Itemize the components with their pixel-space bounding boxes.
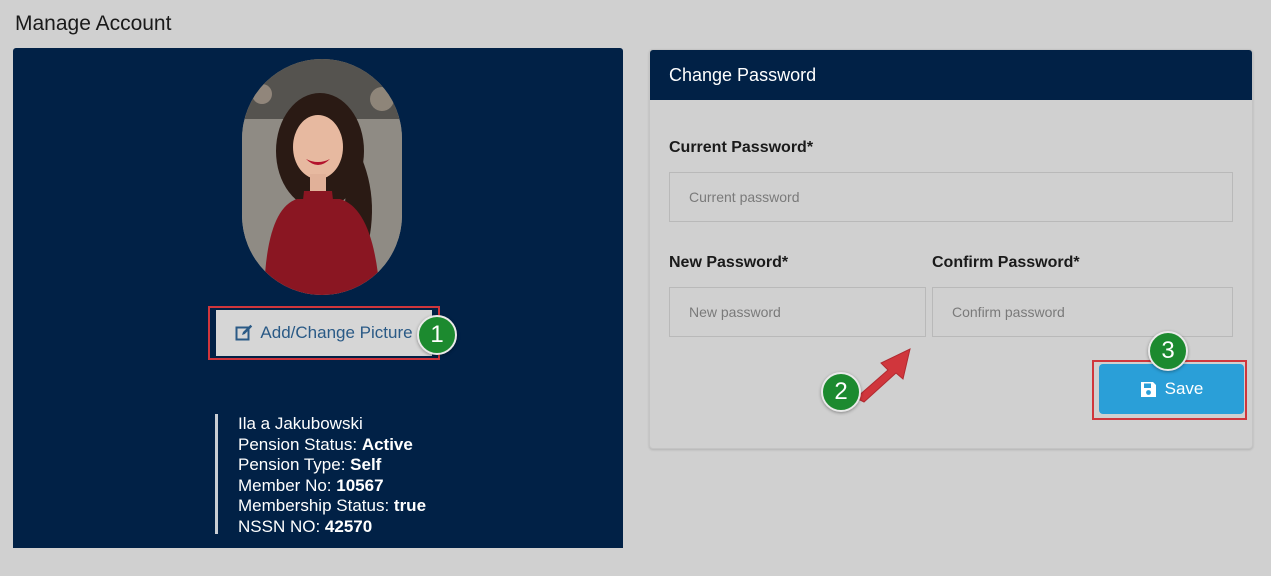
avatar (242, 59, 402, 295)
new-password-label: New Password* (669, 254, 789, 271)
confirm-password-label: Confirm Password* (932, 254, 1080, 271)
step-badge-1: 1 (417, 315, 457, 355)
add-change-picture-button[interactable]: Add/Change Picture (212, 310, 436, 356)
save-disk-icon (1140, 381, 1156, 397)
membership-status: Membership Status: true (238, 496, 427, 516)
step-badge-2: 2 (821, 372, 861, 412)
member-no: Member No: 10567 (238, 475, 384, 495)
save-button-label: Save (1164, 379, 1204, 398)
step-badge-3: 3 (1148, 331, 1188, 371)
annotation-arrow-icon (855, 348, 911, 403)
change-password-card: Change Password Current Password* New Pa… (649, 49, 1253, 449)
member-info: Ila a Jakubowski Pension Status: Active … (215, 414, 426, 534)
profile-photo (242, 59, 402, 295)
confirm-password-input[interactable] (932, 287, 1233, 337)
pension-status: Pension Status: Active (238, 434, 413, 454)
pension-type: Pension Type: Self (238, 455, 382, 475)
profile-panel: Add/Change Picture Ila a Jakubowski Pens… (13, 48, 623, 548)
change-password-header: Change Password (650, 50, 1252, 100)
nssn-no: NSSN NO: 42570 (238, 516, 373, 534)
add-change-picture-label: Add/Change Picture (260, 323, 413, 342)
save-button[interactable]: Save (1099, 364, 1244, 414)
new-password-input[interactable] (669, 287, 926, 337)
edit-icon (235, 324, 253, 341)
member-name: Ila a Jakubowski (238, 414, 363, 433)
page-title: Manage Account (15, 12, 172, 35)
current-password-label: Current Password* (669, 139, 814, 156)
current-password-input[interactable] (669, 172, 1233, 222)
